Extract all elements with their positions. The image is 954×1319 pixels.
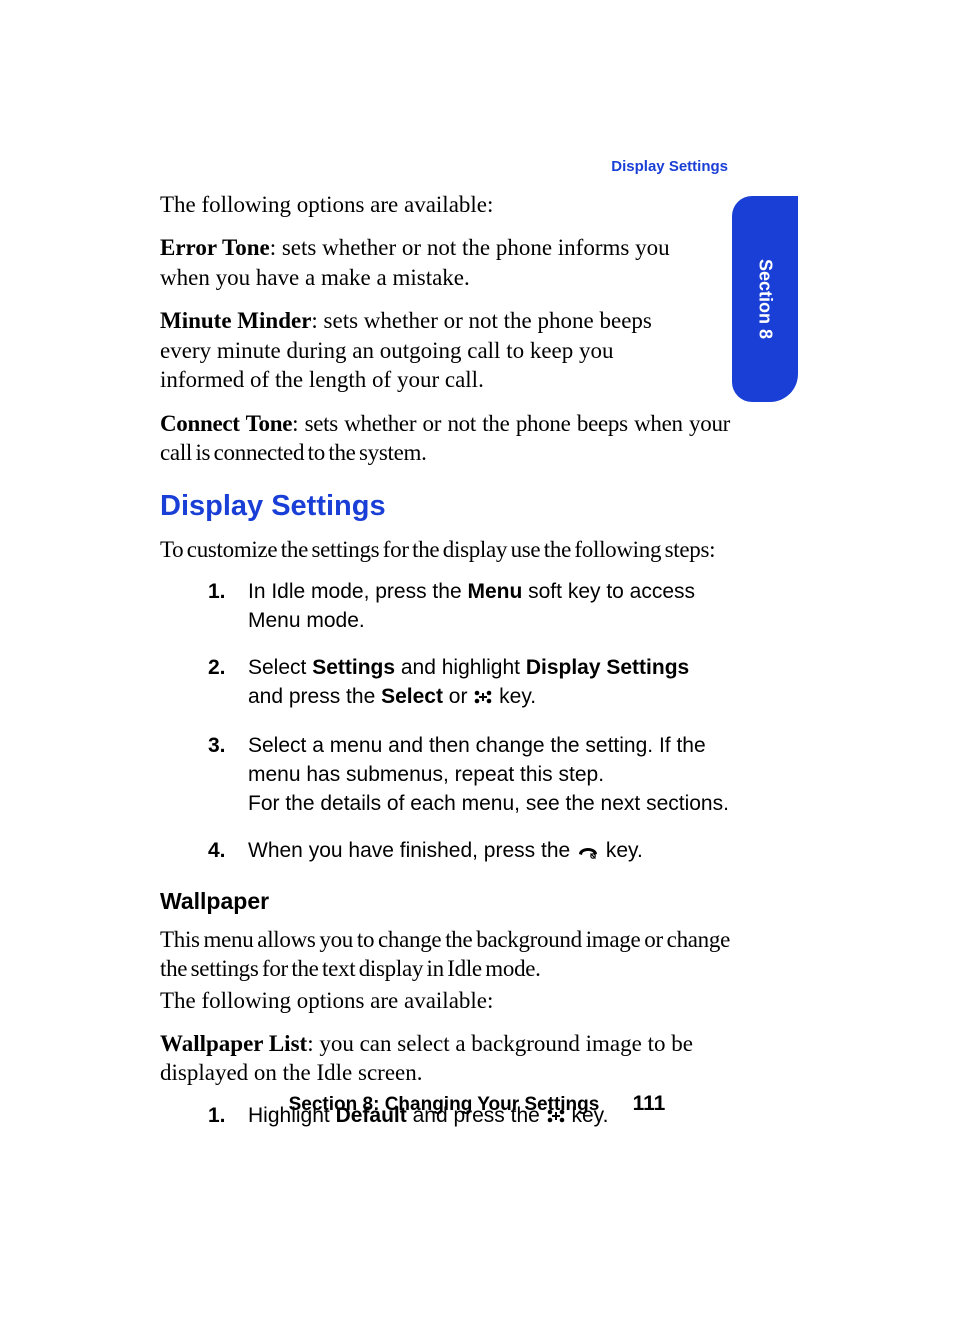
step-text: key. [493, 685, 536, 708]
step-text: When you have finished, press the [248, 839, 576, 862]
option-wallpaper-list-label: Wallpaper List [160, 1031, 307, 1056]
option-error-tone: Error Tone: sets whether or not the phon… [160, 233, 680, 292]
step-number: 1. [208, 578, 226, 607]
step-bold: Menu [467, 580, 522, 603]
step-4: 4. When you have finished, press the key… [160, 837, 730, 868]
step-number: 3. [208, 732, 226, 761]
step-bold: Settings [312, 656, 395, 679]
step-number: 2. [208, 654, 226, 683]
section-title-display-settings: Display Settings [160, 490, 730, 523]
footer-page-number: 111 [633, 1092, 666, 1116]
steps-list: 1. In Idle mode, press the Menu soft key… [160, 578, 730, 868]
step-3: 3. Select a menu and then change the set… [160, 732, 730, 819]
section-side-tab: Section 8 [732, 196, 798, 402]
section-side-tab-label: Section 8 [755, 259, 776, 339]
step-1: 1. In Idle mode, press the Menu soft key… [160, 578, 730, 636]
page-footer: Section 8: Changing Your Settings 111 [0, 1092, 954, 1116]
end-call-key-icon [576, 839, 600, 868]
step-number: 4. [208, 837, 226, 866]
option-wallpaper-list: Wallpaper List: you can select a backgro… [160, 1029, 730, 1088]
step-text: key. [600, 839, 643, 862]
wallpaper-paragraph-1: This menu allows you to change the backg… [160, 925, 730, 984]
step-2: 2. Select Settings and highlight Display… [160, 654, 730, 714]
step-text: In Idle mode, press the [248, 580, 467, 603]
step-text: and highlight [395, 656, 526, 679]
option-error-tone-label: Error Tone [160, 235, 270, 260]
step-bold: Display Settings [526, 656, 689, 679]
ok-key-icon [473, 685, 493, 714]
page: Display Settings Section 8 The following… [0, 0, 954, 1319]
option-minute-minder: Minute Minder: sets whether or not the p… [160, 306, 680, 394]
intro-options-available: The following options are available: [160, 190, 730, 219]
wallpaper-paragraph-2: The following options are available: [160, 986, 730, 1015]
option-connect-tone-label: Connect Tone [160, 411, 292, 436]
step-text: Select [248, 656, 312, 679]
running-header: Display Settings [611, 158, 728, 175]
main-content: The following options are available: Err… [160, 190, 730, 1151]
section-intro: To customize the settings for the displa… [160, 535, 730, 564]
option-connect-tone: Connect Tone: sets whether or not the ph… [160, 409, 730, 468]
subheading-wallpaper: Wallpaper [160, 888, 730, 915]
step-text: or [443, 685, 473, 708]
step-text-line2: For the details of each menu, see the ne… [248, 792, 729, 815]
option-minute-minder-label: Minute Minder [160, 308, 311, 333]
footer-section-label: Section 8: Changing Your Settings [289, 1094, 600, 1115]
step-bold: Select [381, 685, 443, 708]
step-text: Select a menu and then change the settin… [248, 734, 706, 786]
step-text: and press the [248, 685, 381, 708]
